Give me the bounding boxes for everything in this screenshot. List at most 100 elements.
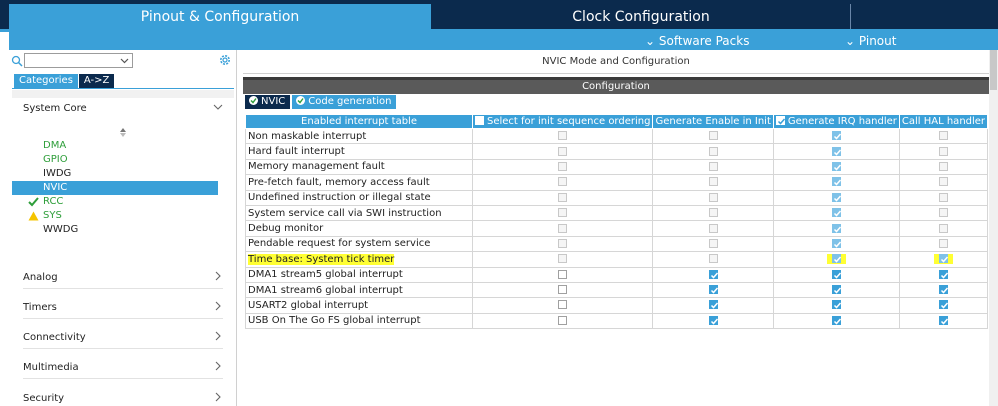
table-row: Debug monitor — [245, 220, 989, 237]
enable-in-init-checkbox-cell — [652, 297, 774, 314]
init-sequence-checkbox[interactable] — [558, 300, 568, 310]
select-all-checkbox[interactable] — [475, 116, 484, 125]
peripheral-wwdg[interactable]: WWDG — [12, 223, 218, 237]
column-header-label: Generate IRQ handler — [787, 116, 897, 127]
select-all-checkbox[interactable] — [775, 116, 785, 125]
divider — [23, 378, 223, 379]
software-packs-menu[interactable]: ⌄ Software Packs — [645, 32, 749, 50]
table-header-row: Enabled interrupt table Select for init … — [245, 114, 989, 129]
enable-in-init-checkbox[interactable] — [708, 300, 718, 310]
section-connectivity[interactable]: Connectivity — [23, 331, 223, 343]
section-system-core[interactable]: System Core — [23, 103, 223, 114]
column-header[interactable]: Call HAL handler — [898, 114, 989, 129]
table-row: DMA1 stream6 global interrupt — [245, 281, 989, 299]
hal-handler-checkbox[interactable] — [938, 300, 949, 310]
tab-pinout-configuration[interactable]: Pinout & Configuration — [9, 4, 431, 29]
irq-handler-checkbox[interactable] — [831, 269, 841, 279]
hal-handler-checkbox — [938, 208, 948, 218]
irq-handler-checkbox[interactable] — [831, 315, 841, 325]
section-label: Multimedia — [23, 362, 79, 373]
column-header-init-sequence[interactable]: Select for init sequence ordering — [471, 114, 654, 129]
tab-a-to-z[interactable]: A->Z — [78, 74, 115, 88]
search-icon[interactable] — [11, 55, 23, 67]
irq-handler-checkbox-cell — [772, 297, 900, 314]
gear-icon[interactable] — [218, 53, 232, 67]
peripheral-nvic[interactable]: NVIC — [12, 181, 218, 195]
init-sequence-checkbox-cell — [471, 297, 654, 314]
section-label: Connectivity — [23, 332, 86, 343]
tab-label: Code generation — [308, 96, 392, 107]
section-multimedia[interactable]: Multimedia — [23, 361, 223, 373]
chevron-down-icon[interactable] — [120, 56, 129, 65]
irq-handler-checkbox-cell — [772, 220, 900, 237]
tab-nvic[interactable]: NVIC — [245, 95, 291, 109]
pinout-menu[interactable]: ⌄ Pinout — [845, 32, 896, 50]
tab-code-generation[interactable]: Code generation — [292, 95, 397, 109]
interrupt-name: Pre-fetch fault, memory access fault — [245, 174, 473, 191]
enable-in-init-checkbox — [708, 192, 718, 202]
column-header-label: Select for init sequence ordering — [487, 116, 651, 127]
peripheral-gpio[interactable]: GPIO — [12, 153, 218, 167]
tab-categories[interactable]: Categories — [14, 74, 78, 88]
hal-handler-checkbox-cell — [898, 235, 989, 253]
section-analog[interactable]: Analog — [23, 271, 223, 283]
peripheral-dma[interactable]: DMA — [12, 139, 218, 153]
search-input[interactable] — [24, 53, 133, 68]
scrollbar-thumb[interactable] — [990, 50, 997, 90]
table-row: Undefined instruction or illegal state — [245, 189, 989, 206]
column-header[interactable]: Enabled interrupt table — [245, 114, 473, 129]
highlight-mark — [826, 254, 846, 264]
interrupt-name: Debug monitor — [245, 220, 473, 237]
section-security[interactable]: Security — [23, 392, 223, 404]
configuration-bar: Configuration — [243, 80, 989, 94]
init-sequence-checkbox-cell — [471, 127, 654, 145]
init-sequence-checkbox — [558, 131, 568, 141]
chevron-right-icon — [215, 301, 221, 311]
hal-handler-checkbox-cell — [898, 266, 989, 283]
tab-clock-configuration[interactable]: Clock Configuration — [432, 4, 850, 29]
interrupt-name: Undefined instruction or illegal state — [245, 189, 473, 206]
init-sequence-checkbox[interactable] — [558, 285, 568, 295]
hal-handler-checkbox-cell — [898, 312, 989, 330]
interrupt-label: System service call via SWI instruction — [248, 207, 442, 219]
enable-in-init-checkbox — [708, 254, 718, 264]
hal-handler-checkbox[interactable] — [938, 269, 949, 279]
enable-in-init-checkbox-cell — [652, 189, 774, 206]
irq-handler-checkbox[interactable] — [831, 285, 841, 295]
init-sequence-checkbox — [558, 177, 568, 187]
section-timers[interactable]: Timers — [23, 301, 223, 313]
interrupt-label: Hard fault interrupt — [248, 146, 345, 158]
divider — [23, 348, 223, 349]
interrupt-label: Debug monitor — [248, 223, 324, 235]
column-header-irq[interactable]: Generate IRQ handler — [772, 114, 900, 129]
peripheral-label: SYS — [43, 210, 62, 221]
enable-in-init-checkbox[interactable] — [708, 269, 718, 279]
peripheral-rcc[interactable]: RCC — [12, 195, 218, 209]
table-row: DMA1 stream5 global interrupt — [245, 266, 989, 283]
peripheral-label: DMA — [43, 140, 67, 151]
vertical-scrollbar[interactable] — [989, 50, 998, 406]
hal-handler-checkbox[interactable] — [938, 285, 949, 295]
init-sequence-checkbox-cell — [471, 143, 654, 160]
irq-handler-checkbox — [831, 161, 841, 171]
hal-handler-checkbox[interactable] — [938, 315, 949, 325]
interrupt-name: Hard fault interrupt — [245, 143, 473, 160]
hal-handler-checkbox — [938, 223, 948, 233]
irq-handler-checkbox-cell — [772, 174, 900, 191]
init-sequence-checkbox[interactable] — [558, 269, 568, 279]
peripheral-iwdg[interactable]: IWDG — [12, 167, 218, 181]
hal-handler-checkbox — [938, 192, 948, 202]
irq-handler-checkbox — [831, 192, 841, 202]
interrupt-name: Memory management fault — [245, 158, 473, 176]
enable-in-init-checkbox[interactable] — [708, 285, 718, 295]
enable-in-init-checkbox[interactable] — [708, 315, 718, 325]
init-sequence-checkbox[interactable] — [558, 315, 568, 325]
divider — [23, 318, 223, 319]
peripheral-sys[interactable]: SYS — [12, 209, 218, 223]
pinout-label: Pinout — [858, 34, 897, 48]
interrupt-name: System service call via SWI instruction — [245, 204, 473, 222]
column-header[interactable]: Generate Enable in Init — [652, 114, 774, 129]
interrupt-name: Pendable request for system service — [245, 235, 473, 253]
sort-icon[interactable] — [119, 128, 127, 137]
irq-handler-checkbox[interactable] — [831, 300, 841, 310]
